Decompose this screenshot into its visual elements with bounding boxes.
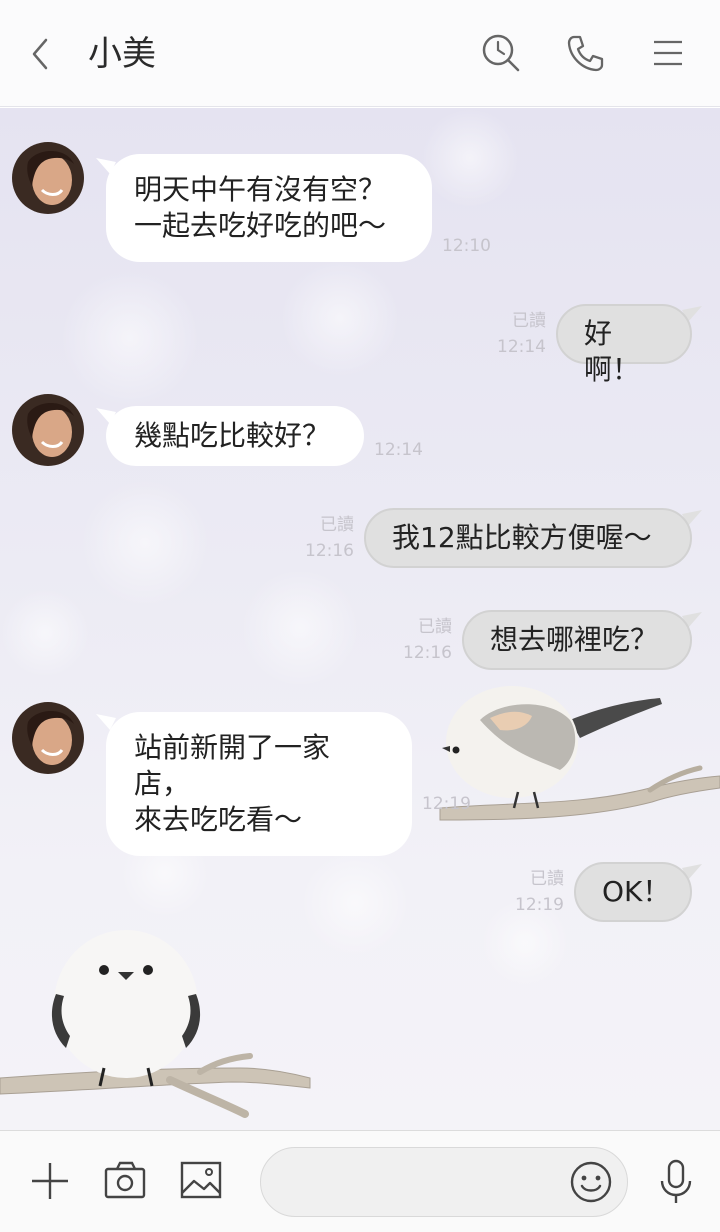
read-label: 已讀 bbox=[418, 617, 452, 637]
gallery-button[interactable] bbox=[176, 1155, 228, 1207]
menu-icon bbox=[654, 40, 682, 66]
contact-avatar[interactable] bbox=[12, 394, 84, 466]
background-bokeh bbox=[0, 588, 90, 678]
message-time: 12:16 bbox=[305, 541, 354, 561]
message-bubble-outgoing[interactable]: OK！ bbox=[574, 862, 692, 922]
background-bokeh bbox=[280, 258, 400, 378]
message-time: 12:14 bbox=[497, 337, 546, 357]
read-receipt: 已讀 12:16 bbox=[402, 614, 452, 666]
phone-icon bbox=[567, 35, 604, 72]
read-receipt: 已讀 12:19 bbox=[514, 866, 564, 918]
message-bubble-outgoing[interactable]: 想去哪裡吃？ bbox=[462, 610, 692, 670]
message-time: 12:16 bbox=[403, 643, 452, 663]
avatar-photo bbox=[12, 142, 84, 214]
read-label: 已讀 bbox=[512, 311, 546, 331]
message-bubble-incoming[interactable]: 明天中午有沒有空？ 一起去吃好吃的吧～ bbox=[106, 154, 432, 262]
back-button[interactable] bbox=[24, 32, 60, 76]
add-button[interactable] bbox=[24, 1155, 76, 1207]
search-icon bbox=[482, 34, 520, 72]
image-icon bbox=[180, 1161, 222, 1199]
message-time: 12:14 bbox=[374, 440, 423, 460]
search-button[interactable] bbox=[478, 30, 524, 76]
message-bubble-incoming[interactable]: 站前新開了一家店， 來去吃吃看～ bbox=[106, 712, 412, 856]
background-bokeh bbox=[80, 478, 210, 608]
message-time: 12:10 bbox=[442, 236, 491, 256]
read-receipt: 已讀 12:16 bbox=[304, 512, 354, 564]
chat-area[interactable]: 明天中午有沒有空？ 一起去吃好吃的吧～ 12:10 已讀 12:14 好啊！ 幾… bbox=[0, 108, 720, 1130]
message-bubble-outgoing[interactable]: 我12點比較方便喔～ bbox=[364, 508, 692, 568]
contact-avatar[interactable] bbox=[12, 142, 84, 214]
message-input[interactable] bbox=[260, 1147, 628, 1217]
avatar-photo bbox=[12, 394, 84, 466]
message-time: 12:19 bbox=[422, 794, 471, 814]
message-bubble-incoming[interactable]: 幾點吃比較好？ bbox=[106, 406, 364, 466]
avatar-photo bbox=[12, 702, 84, 774]
read-label: 已讀 bbox=[530, 869, 564, 889]
chat-header: 小美 bbox=[0, 0, 720, 107]
chat-title: 小美 bbox=[88, 34, 156, 74]
camera-button[interactable] bbox=[100, 1155, 152, 1207]
emoji-button[interactable] bbox=[567, 1158, 615, 1206]
input-bar bbox=[0, 1130, 720, 1232]
call-button[interactable] bbox=[562, 30, 608, 76]
contact-avatar[interactable] bbox=[12, 702, 84, 774]
camera-icon bbox=[104, 1161, 146, 1199]
voice-button[interactable] bbox=[650, 1155, 702, 1207]
plus-icon bbox=[32, 1163, 68, 1199]
background-bokeh bbox=[420, 108, 520, 208]
mic-icon bbox=[660, 1159, 692, 1203]
background-bokeh bbox=[60, 268, 200, 408]
emoji-icon bbox=[570, 1161, 612, 1203]
message-bubble-outgoing[interactable]: 好啊！ bbox=[556, 304, 692, 386]
background-bokeh bbox=[240, 568, 360, 688]
read-label: 已讀 bbox=[320, 515, 354, 535]
menu-button[interactable] bbox=[646, 30, 692, 76]
read-receipt: 已讀 12:14 bbox=[496, 308, 546, 360]
chevron-left-icon bbox=[32, 38, 48, 70]
message-time: 12:19 bbox=[515, 895, 564, 915]
bird-branch-illustration bbox=[0, 930, 311, 1118]
